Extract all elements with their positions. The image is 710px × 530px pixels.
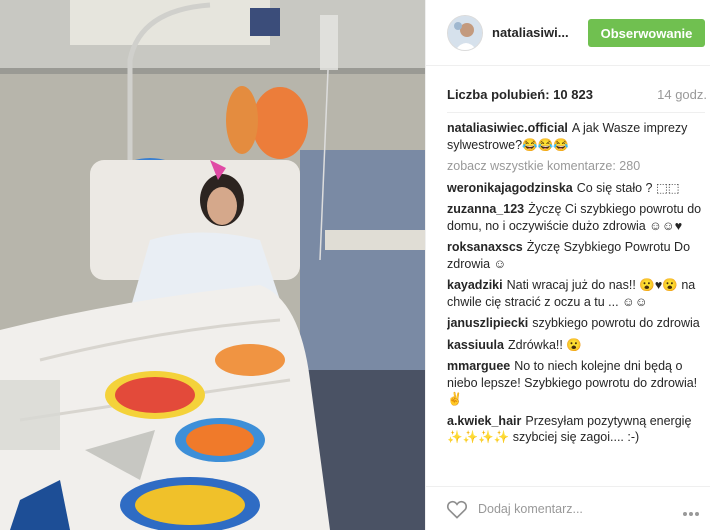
likes-row: Liczba polubień: 10 823 14 godz. [447, 87, 707, 105]
likes-count[interactable]: Liczba polubień: 10 823 [447, 87, 593, 102]
post-header: nataliasiwi... Obserwowanie [426, 0, 710, 66]
comment-username[interactable]: a.kwiek_hair [447, 414, 521, 428]
add-comment-input[interactable] [478, 499, 678, 519]
comment-item: weronikajagodzinska Co się stało ? ⬚⬚ [447, 180, 709, 197]
comment-item: roksanaxscs Życzę Szybkiego Powrotu Do zd… [447, 239, 709, 272]
comment-item: mmarguee No to niech kolejne dni będą o n… [447, 358, 709, 408]
comment-text: Co się stało ? ⬚⬚ [576, 180, 680, 195]
more-options-icon[interactable] [683, 505, 703, 516]
post-photo[interactable] [0, 0, 425, 530]
comment-username[interactable]: weronikajagodzinska [447, 181, 573, 195]
comment-username[interactable]: mmarguee [447, 359, 510, 373]
comment-username[interactable]: kassiuula [447, 338, 504, 352]
caption-username[interactable]: nataliasiwiec.official [447, 121, 568, 135]
post-timestamp[interactable]: 14 godz. [657, 87, 707, 102]
comment-text: Zdrówka!! 😮 [507, 337, 582, 352]
comment-item: kassiuula Zdrówka!! 😮 [447, 337, 709, 354]
comment-item: zuzanna_123 Życzę Ci szybkiego powrotu do… [447, 201, 709, 234]
comment-footer [426, 486, 710, 530]
divider [447, 112, 705, 113]
comments-list: nataliasiwiec.official A jak Wasze imprez… [447, 120, 709, 470]
comment-username[interactable]: zuzanna_123 [447, 202, 524, 216]
caption: nataliasiwiec.official A jak Wasze imprez… [447, 120, 709, 153]
avatar[interactable] [447, 15, 483, 51]
following-button[interactable]: Obserwowanie [588, 19, 705, 47]
username-link[interactable]: nataliasiwi... [492, 25, 569, 40]
view-all-comments-link[interactable]: zobacz wszystkie komentarze: 280 [447, 158, 709, 175]
comment-username[interactable]: kayadziki [447, 278, 503, 292]
heart-icon[interactable] [446, 499, 468, 519]
instagram-post: nataliasiwi... Obserwowanie Liczba polub… [0, 0, 710, 530]
comment-item: januszlipiecki szybkiego powrotu do zdrow… [447, 315, 709, 332]
comment-username[interactable]: roksanaxscs [447, 240, 523, 254]
comment-item: kayadziki Nati wracaj już do nas!! 😮♥😮 na… [447, 277, 709, 310]
comment-item: a.kwiek_hair Przesyłam pozytywną energię … [447, 413, 709, 446]
post-details-panel: nataliasiwi... Obserwowanie Liczba polub… [425, 0, 710, 530]
hospital-bed-photo [0, 0, 425, 530]
comment-text: szybkiego powrotu do zdrowia [532, 316, 700, 330]
comment-username[interactable]: januszlipiecki [447, 316, 528, 330]
